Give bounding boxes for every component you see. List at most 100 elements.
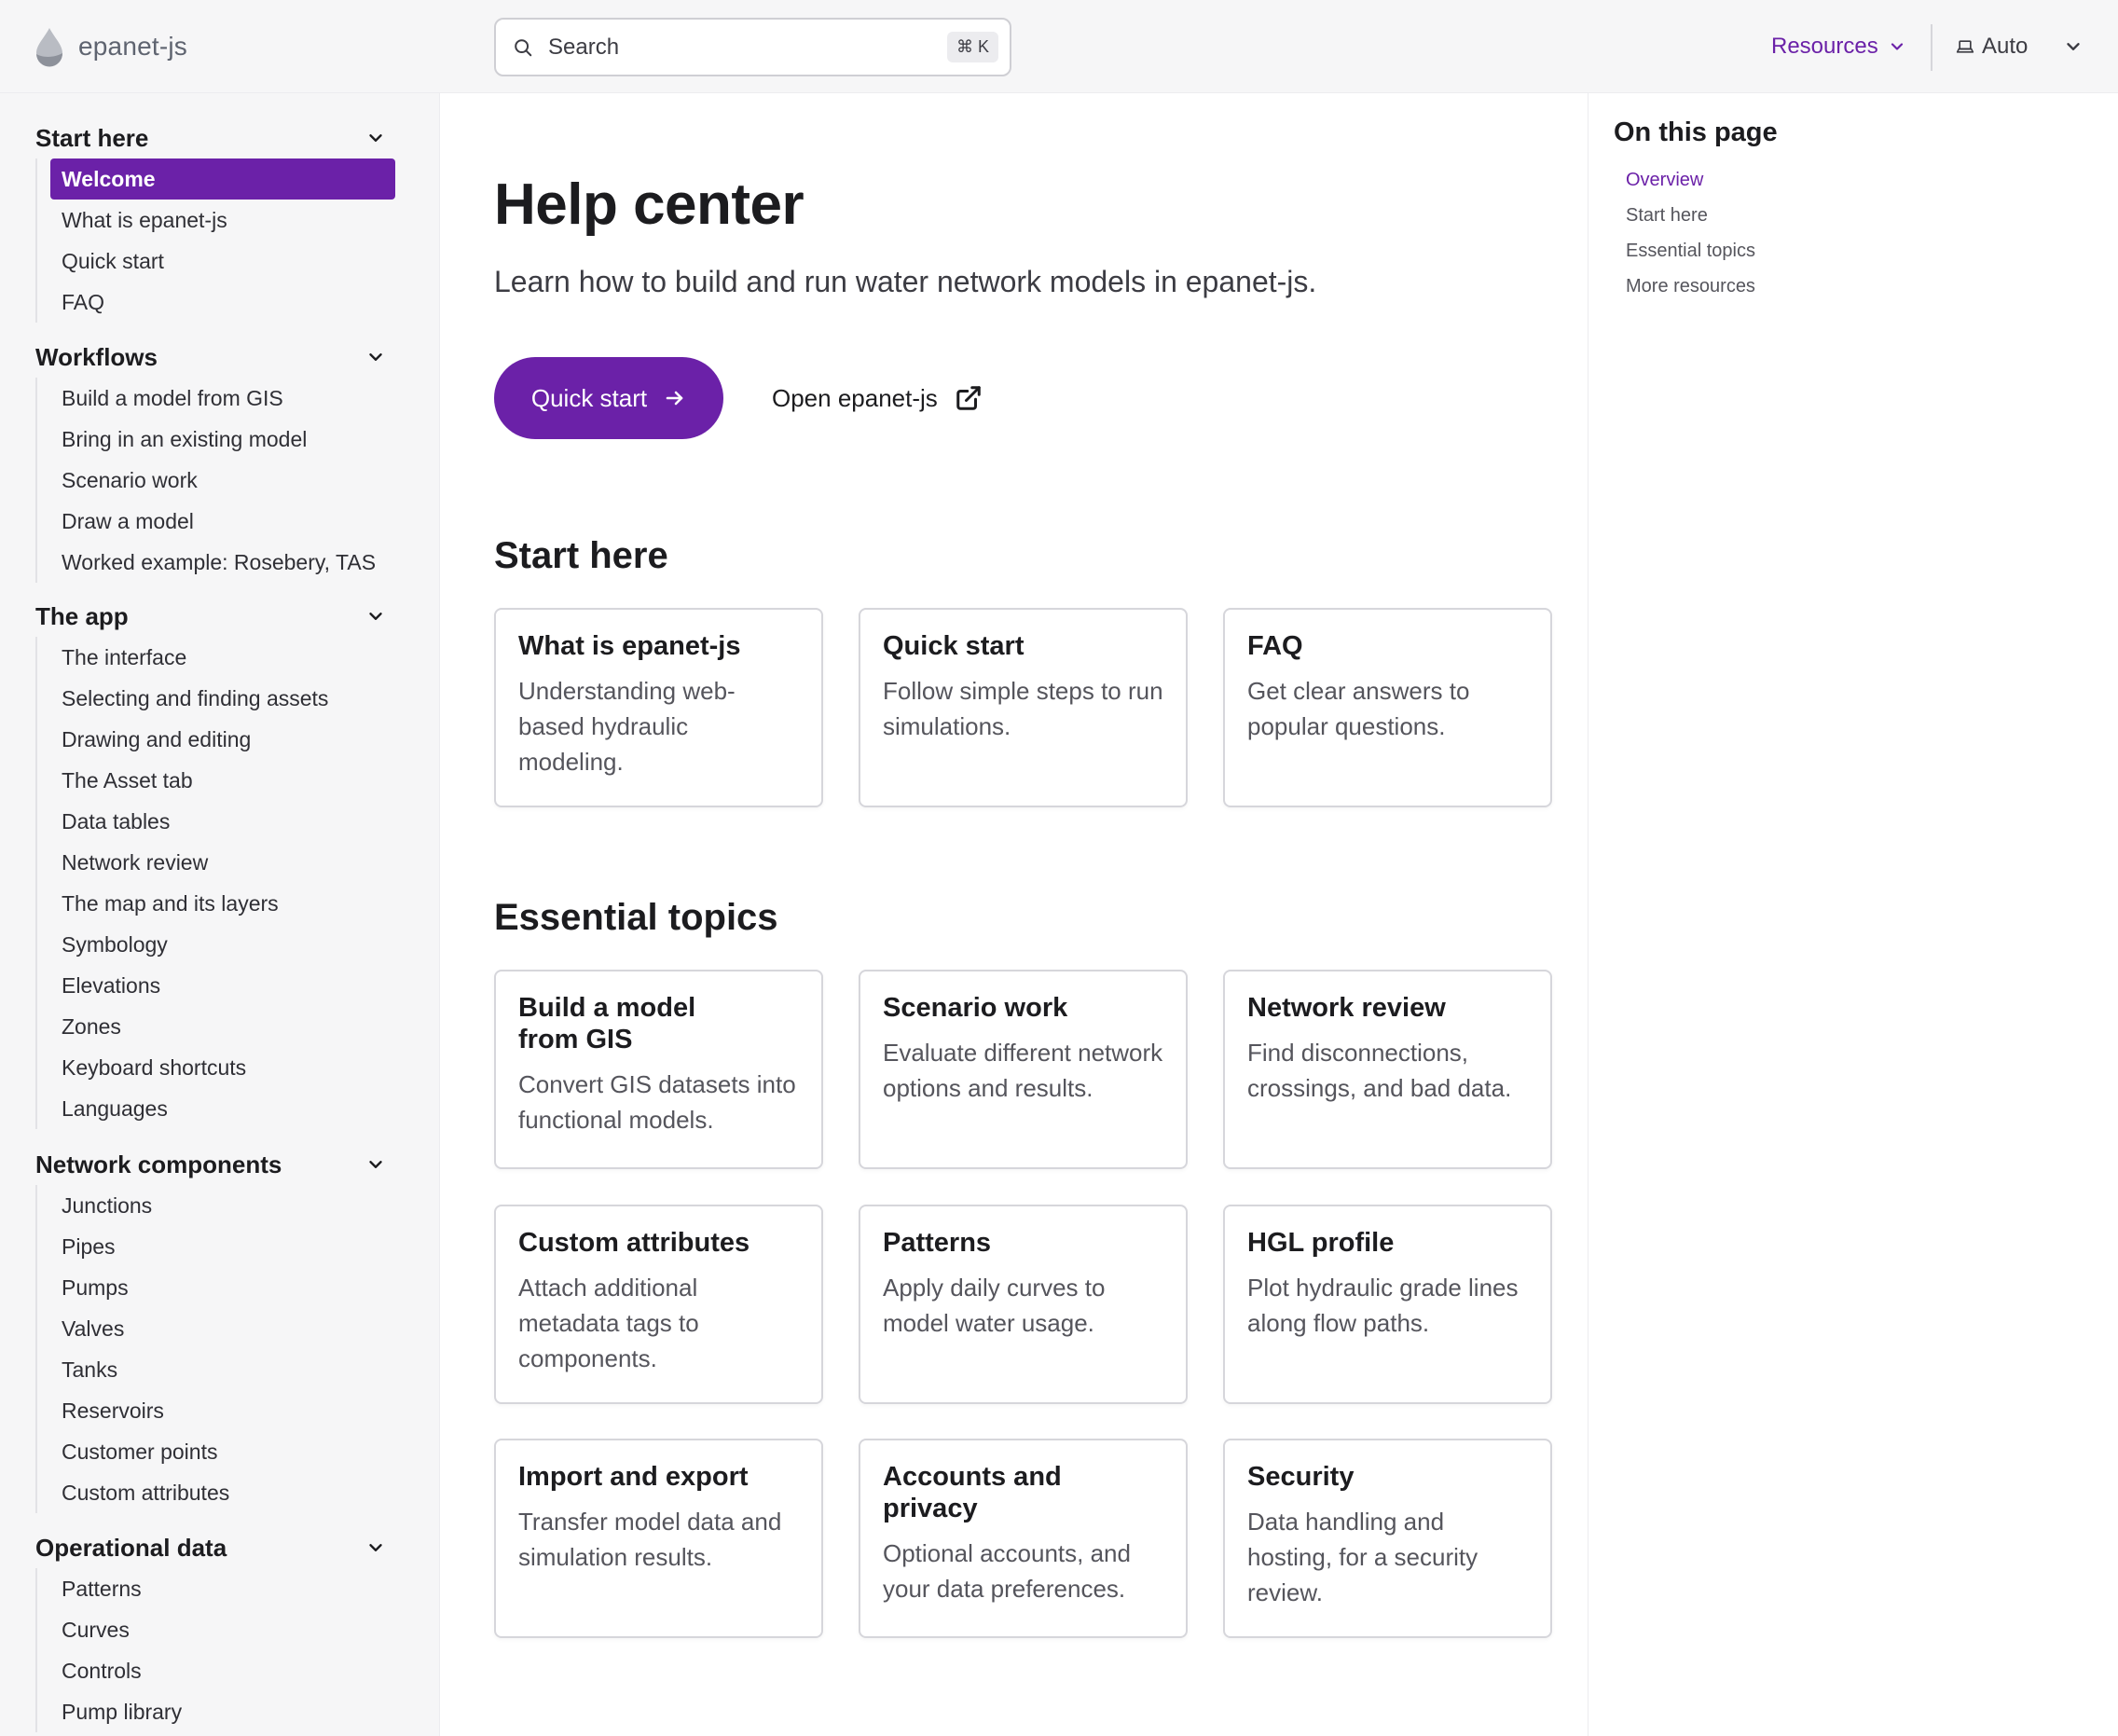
sidebar-item-custom-attributes[interactable]: Custom attributes — [37, 1472, 386, 1513]
card-title: Security — [1247, 1462, 1355, 1492]
sidebar-item-scenario-work[interactable]: Scenario work — [37, 460, 386, 501]
card-custom-attributes[interactable]: Custom attributes Attach additional meta… — [494, 1205, 823, 1404]
card-description: Attach additional metadata tags to compo… — [518, 1274, 699, 1372]
card-network-review[interactable]: Network review Find disconnections, cros… — [1223, 970, 1552, 1169]
chevron-down-icon — [2067, 43, 2081, 50]
search-input[interactable]: Search ⌘ K — [494, 18, 1011, 76]
sidebar-group-items: Build a model from GIS Bring in an exist… — [35, 378, 386, 583]
toc-item-overview[interactable]: Overview — [1626, 162, 1755, 198]
theme-selector[interactable]: Auto — [1956, 28, 2084, 65]
card-description: Data handling and hosting, for a securit… — [1247, 1508, 1478, 1606]
sidebar-group-header[interactable]: Workflows — [35, 337, 386, 378]
arrow-right-icon — [666, 391, 683, 406]
section-title-essential-topics: Essential topics — [494, 897, 778, 938]
sidebar-item-pipes[interactable]: Pipes — [37, 1226, 386, 1267]
sidebar-item-languages[interactable]: Languages — [37, 1088, 386, 1129]
card-title: What is epanet-js — [518, 631, 741, 661]
sidebar-group-header[interactable]: The app — [35, 596, 386, 637]
sidebar-item-controls[interactable]: Controls — [37, 1650, 386, 1691]
resources-label: Resources — [1771, 34, 1878, 59]
sidebar-item-patterns[interactable]: Patterns — [37, 1568, 386, 1609]
card-build-model-from-gis[interactable]: Build a model from GIS Convert GIS datas… — [494, 970, 823, 1169]
card-import-export[interactable]: Import and export Transfer model data an… — [494, 1439, 823, 1638]
page-lead: Learn how to build and run water network… — [494, 265, 1317, 298]
logo[interactable]: epanet-js — [34, 26, 187, 67]
card-description: Get clear answers to popular questions. — [1247, 677, 1470, 740]
sidebar-item-pumps[interactable]: Pumps — [37, 1267, 386, 1308]
sidebar-item-valves[interactable]: Valves — [37, 1308, 386, 1349]
sidebar-item-the-interface[interactable]: The interface — [37, 637, 386, 678]
sidebar-item-selecting-assets[interactable]: Selecting and finding assets — [37, 678, 386, 719]
card-what-is-epanet-js[interactable]: What is epanet-js Understanding web-base… — [494, 608, 823, 807]
card-security[interactable]: Security Data handling and hosting, for … — [1223, 1439, 1552, 1638]
sidebar-item-draw-a-model[interactable]: Draw a model — [37, 501, 386, 542]
sidebar-item-curves[interactable]: Curves — [37, 1609, 386, 1650]
sidebar-group-header[interactable]: Start here — [35, 117, 386, 158]
sidebar-item-junctions[interactable]: Junctions — [37, 1185, 386, 1226]
sidebar-nav: Start here Welcome What is epanet-js Qui… — [0, 93, 440, 1736]
sidebar-item-pump-library[interactable]: Pump library — [37, 1691, 386, 1732]
card-description: Follow simple steps to run simulations. — [883, 677, 1163, 740]
logo-text: epanet-js — [78, 32, 187, 61]
sidebar-item-asset-tab[interactable]: The Asset tab — [37, 760, 386, 801]
sidebar-group-the-app: The app The interface Selecting and find… — [35, 596, 386, 1129]
sidebar-group-title: Start here — [35, 123, 149, 152]
sidebar-item-zones[interactable]: Zones — [37, 1006, 386, 1047]
sidebar-item-map-layers[interactable]: The map and its layers — [37, 883, 386, 924]
chevron-down-icon — [369, 353, 382, 361]
sidebar-item-reservoirs[interactable]: Reservoirs — [37, 1390, 386, 1431]
sidebar-item-worked-example[interactable]: Worked example: Rosebery, TAS — [37, 542, 386, 583]
sidebar-item-welcome[interactable]: Welcome — [50, 158, 395, 200]
card-title: HGL profile — [1247, 1228, 1395, 1258]
open-epanet-link[interactable]: Open epanet-js — [772, 373, 983, 423]
on-this-page-panel: On this page Overview Start here Essenti… — [1588, 93, 2118, 1736]
quick-start-button-label: Quick start — [530, 383, 648, 412]
sidebar-item-keyboard-shortcuts[interactable]: Keyboard shortcuts — [37, 1047, 386, 1088]
search-icon — [515, 38, 532, 56]
sidebar-group-header[interactable]: Network components — [35, 1144, 386, 1185]
sidebar-item-symbology[interactable]: Symbology — [37, 924, 386, 965]
toc-list: Overview Start here Essential topics Mor… — [1626, 162, 1755, 304]
card-title: Patterns — [883, 1228, 992, 1258]
sidebar-group-items: The interface Selecting and finding asse… — [35, 637, 386, 1129]
card-description: Evaluate different network options and r… — [883, 1039, 1163, 1102]
card-scenario-work[interactable]: Scenario work Evaluate different network… — [859, 970, 1188, 1169]
open-epanet-link-label: Open epanet-js — [772, 383, 938, 412]
toc-item-more-resources[interactable]: More resources — [1626, 269, 1755, 304]
sidebar-group-header[interactable]: Operational data — [35, 1527, 386, 1568]
card-title: FAQ — [1247, 631, 1303, 661]
chevron-down-icon — [369, 134, 382, 142]
sidebar-item-network-review[interactable]: Network review — [37, 842, 386, 883]
sidebar-group-start-here: Start here Welcome What is epanet-js Qui… — [35, 117, 395, 323]
card-hgl-profile[interactable]: HGL profile Plot hydraulic grade lines a… — [1223, 1205, 1552, 1404]
sidebar-item-drawing-editing[interactable]: Drawing and editing — [37, 719, 386, 760]
toc-item-essential-topics[interactable]: Essential topics — [1626, 233, 1755, 269]
sidebar-item-customer-points[interactable]: Customer points — [37, 1431, 386, 1472]
card-quick-start[interactable]: Quick start Follow simple steps to run s… — [859, 608, 1188, 807]
sidebar-item-elevations[interactable]: Elevations — [37, 965, 386, 1006]
sidebar-item-what-is-epanet-js[interactable]: What is epanet-js — [37, 200, 386, 241]
card-title: Custom attributes — [518, 1228, 750, 1258]
section-title-start-here: Start here — [494, 535, 668, 576]
card-description: Apply daily curves to model water usage. — [883, 1274, 1106, 1337]
card-accounts-privacy[interactable]: Accounts and privacy Optional accounts, … — [859, 1439, 1188, 1638]
sidebar-item-data-tables[interactable]: Data tables — [37, 801, 386, 842]
card-title: Import and export — [518, 1462, 749, 1492]
external-link-icon — [956, 386, 981, 410]
sidebar-item-bring-existing-model[interactable]: Bring in an existing model — [37, 419, 386, 460]
sidebar-group-title: Workflows — [35, 342, 158, 371]
card-faq[interactable]: FAQ Get clear answers to popular questio… — [1223, 608, 1552, 807]
toc-item-start-here[interactable]: Start here — [1626, 198, 1755, 233]
chevron-down-icon — [369, 1161, 382, 1168]
card-description: Convert GIS datasets into functional mod… — [518, 1070, 796, 1134]
quick-start-button[interactable]: Quick start — [494, 357, 723, 439]
sidebar-item-faq[interactable]: FAQ — [37, 282, 386, 323]
page-title: Help center — [494, 172, 805, 237]
sidebar-item-quick-start[interactable]: Quick start — [37, 241, 386, 282]
sidebar-item-tanks[interactable]: Tanks — [37, 1349, 386, 1390]
resources-menu[interactable]: Resources — [1771, 28, 1906, 65]
sidebar-item-build-model-from-gis[interactable]: Build a model from GIS — [37, 378, 386, 419]
card-patterns[interactable]: Patterns Apply daily curves to model wat… — [859, 1205, 1188, 1404]
card-description: Understanding web-based hydraulic modeli… — [518, 677, 736, 776]
search-placeholder: Search — [548, 34, 620, 60]
